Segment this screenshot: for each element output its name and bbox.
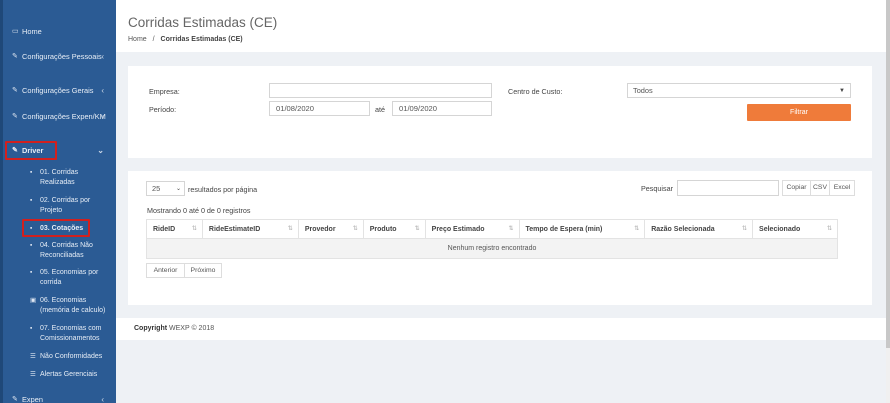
- page-title: Corridas Estimadas (CE): [128, 15, 278, 30]
- empresa-input[interactable]: [269, 83, 492, 98]
- ate-label: até: [375, 105, 385, 114]
- sidebar-subitem-economias-comissionamentos[interactable]: ▪ 07. Economias com Comissionamentos: [30, 324, 110, 343]
- sidebar-subitem-economias-memoria[interactable]: ▣ 06. Economias (memória de calculo): [30, 296, 110, 315]
- chevron-left-icon: ‹: [101, 86, 104, 95]
- file-icon: ▪: [30, 225, 33, 232]
- column-header-rideid[interactable]: RideID ⇅: [146, 219, 203, 239]
- file-icon: ▪: [30, 169, 33, 176]
- previous-page-button[interactable]: Anterior: [146, 263, 185, 278]
- edit-icon: ✎: [12, 396, 18, 403]
- file-icon: ▪: [30, 269, 33, 276]
- sidebar-subitem-corridas-por-projeto[interactable]: ▪ 02. Corridas por Projeto: [30, 196, 110, 215]
- excel-button[interactable]: Excel: [829, 180, 855, 196]
- sort-icon: ⇅: [826, 226, 832, 232]
- centro-custo-value: Todos: [633, 86, 653, 95]
- breadcrumb-home[interactable]: Home: [128, 36, 147, 43]
- periodo-label: Período:: [149, 105, 177, 114]
- sidebar-item-configuracoes-expen-km[interactable]: ✎ Configurações Expen/KM ‹: [12, 112, 112, 122]
- sidebar-subitem-economias-por-corrida[interactable]: ▪ 05. Economias por corrida: [30, 268, 110, 287]
- copy-button[interactable]: Copiar: [782, 180, 811, 196]
- vertical-scrollbar[interactable]: [886, 0, 890, 403]
- next-page-button[interactable]: Próximo: [184, 263, 222, 278]
- file-icon: ▪: [30, 242, 33, 249]
- sort-icon: ⇅: [508, 226, 514, 232]
- filter-button[interactable]: Filtrar: [747, 104, 851, 121]
- breadcrumb-current: Corridas Estimadas (CE): [160, 36, 243, 43]
- sidebar-subitem-corridas-nao-reconciliadas[interactable]: ▪ 04. Corridas Não Reconciliadas: [30, 241, 110, 260]
- sidebar-item-configuracoes-pessoais[interactable]: ✎ Configurações Pessoais ‹: [12, 52, 112, 62]
- page-length-select[interactable]: 25 ⌄: [146, 181, 185, 196]
- breadcrumb-separator: /: [152, 36, 155, 43]
- empty-table-message: Nenhum registro encontrado: [146, 238, 838, 259]
- empresa-label: Empresa:: [149, 87, 180, 96]
- sort-icon: ⇅: [352, 226, 358, 232]
- sort-icon: ⇅: [742, 226, 748, 232]
- column-header-produto[interactable]: Produto ⇅: [362, 219, 426, 239]
- sort-icon: ⇅: [414, 226, 420, 232]
- sidebar-item-configuracoes-gerais[interactable]: ✎ Configurações Gerais ‹: [12, 86, 112, 96]
- chevron-left-icon: ‹: [101, 112, 104, 121]
- page-length-value: 25: [152, 184, 161, 193]
- edit-icon: ✎: [12, 87, 18, 94]
- sidebar-subitem-corridas-realizadas[interactable]: ▪ 01. Corridas Realizadas: [30, 168, 110, 187]
- scrollbar-thumb[interactable]: [886, 0, 890, 348]
- edit-icon: ✎: [12, 113, 18, 120]
- sidebar: ▭ Home ✎ Configurações Pessoais ‹ ✎ Conf…: [0, 0, 116, 403]
- column-header-tempo-espera[interactable]: Tempo de Espera (min) ⇅: [518, 219, 646, 239]
- page-length-label: resultados por página: [188, 185, 258, 194]
- breadcrumb: Home / Corridas Estimadas (CE): [128, 36, 243, 43]
- copyright-text: WEXP © 2018: [169, 325, 215, 332]
- date-from-input[interactable]: 01/08/2020: [269, 101, 370, 116]
- sidebar-item-driver[interactable]: ✎ Driver ⌄: [12, 146, 112, 156]
- sidebar-item-expen[interactable]: ✎ Expen ‹: [12, 395, 112, 403]
- page-header: Corridas Estimadas (CE) Home / Corridas …: [116, 0, 886, 52]
- copyright-label: Copyright: [134, 325, 168, 332]
- list-icon: ☰: [30, 371, 36, 378]
- column-header-razao-selecionada[interactable]: Razão Selecionada ⇅: [644, 219, 754, 239]
- chevron-left-icon: ‹: [101, 52, 104, 61]
- sidebar-subitem-alertas-gerenciais[interactable]: ☰ Alertas Gerenciais: [30, 370, 110, 380]
- list-icon: ☰: [30, 353, 36, 360]
- sidebar-item-home[interactable]: ▭ Home: [12, 27, 112, 37]
- table-row: Nenhum registro encontrado: [146, 238, 838, 259]
- search-label: Pesquisar: [641, 184, 673, 193]
- search-input[interactable]: [677, 180, 779, 196]
- edit-icon: ✎: [12, 53, 18, 60]
- results-table: RideID ⇅ RideEstimateID ⇅ Provedor ⇅ Produt…: [146, 219, 838, 259]
- file-icon: ▪: [30, 325, 33, 332]
- table-header-row: RideID ⇅ RideEstimateID ⇅ Provedor ⇅ Produt…: [146, 219, 838, 239]
- sort-icon: ⇅: [634, 226, 640, 232]
- file-icon: ▪: [30, 197, 33, 204]
- sidebar-edge: [0, 0, 3, 403]
- date-to-input[interactable]: 01/09/2020: [392, 101, 492, 116]
- column-header-preco-estimado[interactable]: Preço Estimado ⇅: [424, 219, 520, 239]
- chevron-left-icon: ‹: [101, 395, 104, 403]
- chevron-down-icon: ⌄: [97, 146, 104, 155]
- column-header-rideestimateid[interactable]: RideEstimateID ⇅: [201, 219, 299, 239]
- sidebar-subitem-nao-conformidades[interactable]: ☰ Não Conformidades: [30, 352, 110, 362]
- centro-custo-select[interactable]: Todos ▼: [627, 83, 851, 98]
- dropdown-arrow-icon: ▼: [839, 88, 845, 94]
- column-header-selecionado[interactable]: Selecionado ⇅: [752, 219, 838, 239]
- csv-button[interactable]: CSV: [810, 180, 830, 196]
- centro-custo-label: Centro de Custo:: [508, 87, 563, 96]
- monitor-icon: ▭: [12, 28, 19, 35]
- sort-icon: ⇅: [287, 226, 293, 232]
- calculator-icon: ▣: [30, 297, 37, 304]
- filter-panel: Empresa: Período: 01/08/2020 até 01/09/2…: [128, 66, 872, 158]
- table-panel: 25 ⌄ resultados por página Pesquisar Cop…: [128, 171, 872, 305]
- sort-asc-icon: ⇅: [191, 226, 197, 232]
- edit-icon: ✎: [12, 147, 18, 154]
- sidebar-subitem-cotacoes[interactable]: ▪ 03. Cotações: [30, 224, 110, 234]
- column-header-provedor[interactable]: Provedor ⇅: [297, 219, 364, 239]
- table-info: Mostrando 0 até 0 de 0 registros: [147, 206, 251, 215]
- chevron-down-icon: ⌄: [175, 186, 181, 192]
- footer: Copyright WEXP © 2018: [116, 318, 886, 340]
